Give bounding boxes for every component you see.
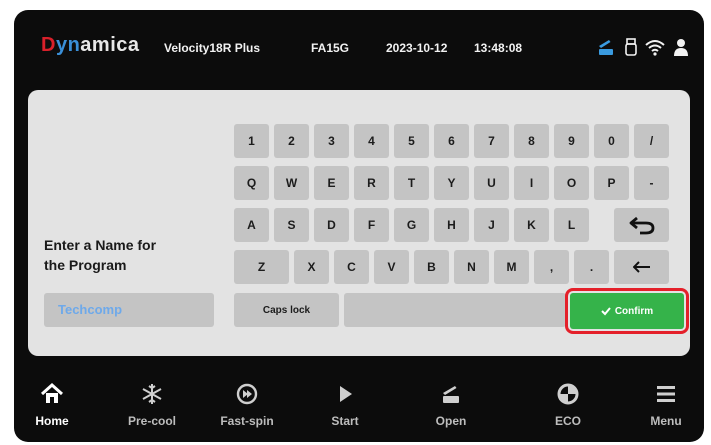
key-c[interactable]: C <box>334 250 369 284</box>
key-5[interactable]: 5 <box>394 124 429 158</box>
nav-fast-spin[interactable]: Fast-spin <box>202 372 292 442</box>
delete-key[interactable] <box>614 250 669 284</box>
confirm-button[interactable]: Confirm <box>570 293 684 329</box>
backspace-key[interactable] <box>614 208 669 242</box>
back-arrow-icon <box>632 261 650 273</box>
key-z[interactable]: Z <box>234 250 289 284</box>
key-minus[interactable]: - <box>634 166 669 200</box>
brand-logo: Dynamica <box>41 34 140 56</box>
key-4[interactable]: 4 <box>354 124 389 158</box>
lid-open-icon <box>439 382 463 406</box>
usb-icon <box>621 37 641 57</box>
key-comma[interactable]: , <box>534 250 569 284</box>
nav-label: Fast-spin <box>220 414 274 428</box>
key-r[interactable]: R <box>354 166 389 200</box>
nav-label: Start <box>331 414 359 428</box>
undo-arrow-icon <box>629 216 654 235</box>
key-9[interactable]: 9 <box>554 124 589 158</box>
play-icon <box>333 382 357 406</box>
key-y[interactable]: Y <box>434 166 469 200</box>
user-icon[interactable] <box>671 37 691 57</box>
status-date: 2023-10-12 <box>386 41 448 55</box>
key-s[interactable]: S <box>274 208 309 242</box>
key-d[interactable]: D <box>314 208 349 242</box>
space-key[interactable] <box>344 293 566 327</box>
key-b[interactable]: B <box>414 250 449 284</box>
nav-label: Open <box>435 414 467 428</box>
key-1[interactable]: 1 <box>234 124 269 158</box>
key-6[interactable]: 6 <box>434 124 469 158</box>
key-o[interactable]: O <box>554 166 589 200</box>
key-3[interactable]: 3 <box>314 124 349 158</box>
menu-icon <box>654 382 678 406</box>
caps-lock-key[interactable]: Caps lock <box>234 293 339 327</box>
nav-label: ECO <box>554 414 581 428</box>
key-a[interactable]: A <box>234 208 269 242</box>
key-e[interactable]: E <box>314 166 349 200</box>
key-period[interactable]: . <box>574 250 609 284</box>
key-0[interactable]: 0 <box>594 124 629 158</box>
nav-pre-cool[interactable]: Pre-cool <box>107 372 197 442</box>
home-icon <box>40 382 64 406</box>
key-p[interactable]: P <box>594 166 629 200</box>
key-8[interactable]: 8 <box>514 124 549 158</box>
key-n[interactable]: N <box>454 250 489 284</box>
device-screen: Dynamica Velocity18R Plus FA15G 2023-10-… <box>14 10 704 442</box>
key-2[interactable]: 2 <box>274 124 309 158</box>
serial-number: FA15G <box>311 41 350 55</box>
key-x[interactable]: X <box>294 250 329 284</box>
wifi-icon <box>645 37 665 57</box>
key-i[interactable]: I <box>514 166 549 200</box>
name-prompt: Enter a Name for the Program <box>44 237 157 273</box>
confirm-label: Confirm <box>614 305 654 317</box>
bottom-nav: Home Pre-cool Fast-spin Start Open ECO M… <box>14 372 704 442</box>
nav-start[interactable]: Start <box>300 372 390 442</box>
key-k[interactable]: K <box>514 208 549 242</box>
nav-label: Pre-cool <box>127 414 176 428</box>
eco-icon <box>556 382 580 406</box>
key-v[interactable]: V <box>374 250 409 284</box>
key-w[interactable]: W <box>274 166 309 200</box>
nav-label: Menu <box>650 414 682 428</box>
status-time: 13:48:08 <box>474 41 523 55</box>
keyboard-panel: Enter a Name for the Program Techcomp 1 … <box>28 90 690 356</box>
key-u[interactable]: U <box>474 166 509 200</box>
check-icon <box>601 307 611 316</box>
key-m[interactable]: M <box>494 250 529 284</box>
key-h[interactable]: H <box>434 208 469 242</box>
nav-eco[interactable]: ECO <box>523 372 613 442</box>
fast-spin-icon <box>235 382 259 406</box>
key-g[interactable]: G <box>394 208 429 242</box>
key-t[interactable]: T <box>394 166 429 200</box>
key-l[interactable]: L <box>554 208 589 242</box>
program-name-input[interactable]: Techcomp <box>44 293 214 327</box>
nav-menu[interactable]: Menu <box>621 372 704 442</box>
key-7[interactable]: 7 <box>474 124 509 158</box>
nav-open[interactable]: Open <box>406 372 496 442</box>
lid-open-icon <box>596 37 616 57</box>
key-j[interactable]: J <box>474 208 509 242</box>
snowflake-icon <box>140 382 164 406</box>
status-bar: Dynamica Velocity18R Plus FA15G 2023-10-… <box>14 10 704 78</box>
model-name: Velocity18R Plus <box>164 41 261 55</box>
key-q[interactable]: Q <box>234 166 269 200</box>
key-slash[interactable]: / <box>634 124 669 158</box>
nav-home[interactable]: Home <box>14 372 97 442</box>
nav-label: Home <box>35 414 69 428</box>
key-f[interactable]: F <box>354 208 389 242</box>
